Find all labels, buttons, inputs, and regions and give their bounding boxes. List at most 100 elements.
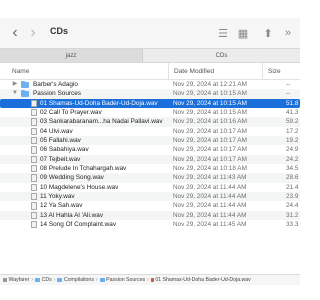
file-date: Nov 29, 2024 at 11:44 AM (173, 211, 247, 219)
column-size-header[interactable]: Size (262, 63, 281, 79)
file-size: 41.3 (286, 108, 299, 116)
table-row[interactable]: 14 Song Of Complaint.wav Nov 29, 2024 at… (0, 220, 300, 229)
file-name: 06 Sabahiya.wav (40, 146, 89, 154)
finder-window: ‹ › CDs ☰ ▦ ⬆ » jazz CDs Name Date Modif… (0, 18, 300, 278)
audio-file-icon (31, 220, 37, 229)
path-item-passion-sources[interactable]: Passion Sources (99, 277, 146, 283)
table-row[interactable]: 07 Tejbeit.wav Nov 29, 2024 at 10:17 AM … (0, 154, 300, 164)
table-row[interactable]: 09 Wedding Song.wav Nov 29, 2024 at 11:4… (0, 173, 300, 183)
audio-file-icon (31, 146, 37, 154)
table-row[interactable]: 12 Ya Sah.wav Nov 29, 2024 at 11:44 AM 2… (0, 201, 300, 210)
table-row[interactable]: 11 Yoky.wav Nov 29, 2024 at 11:44 AM 23.… (0, 191, 300, 202)
table-row[interactable]: 02 Call To Prayer.wav Nov 29, 2024 at 10… (0, 108, 300, 117)
file-date: Nov 29, 2024 at 10:17 AM (173, 127, 247, 135)
file-name: 09 Wedding Song.wav (40, 174, 104, 182)
audio-file-icon (31, 164, 37, 173)
audio-file-icon (31, 99, 37, 108)
file-date: Nov 29, 2024 at 12:21 AM (173, 81, 247, 88)
folder-icon (99, 278, 105, 282)
file-name: 02 Call To Prayer.wav (40, 108, 102, 116)
file-name: 01 Shamas-Ud-Doha Bader-Ud-Doja.wav (40, 99, 158, 107)
back-button[interactable]: ‹ (10, 24, 20, 41)
share-button[interactable]: ⬆ (262, 27, 274, 40)
file-size: 19.2 (286, 136, 299, 144)
file-date: Nov 29, 2024 at 11:44 AM (173, 183, 247, 191)
audio-file-icon (31, 202, 37, 210)
column-size-label: Size (268, 67, 281, 75)
tab-label: CDs (215, 52, 228, 59)
audio-file-icon (150, 278, 154, 282)
path-label: Passion Sources (106, 277, 146, 283)
folder-icon (21, 89, 29, 98)
view-list-button[interactable]: ☰ (217, 27, 229, 40)
path-separator: › (53, 277, 56, 283)
file-name: 03 Sankarabaranam...ha Nadai Pallavi.wav (40, 118, 163, 126)
tab-label: jazz (65, 52, 77, 59)
table-row[interactable]: 10 Magdelene's House.wav Nov 29, 2024 at… (0, 183, 300, 192)
view-options-button[interactable]: ▦ (236, 27, 250, 40)
table-row[interactable]: 04 Ulvi.wav Nov 29, 2024 at 10:17 AM 17.… (0, 127, 300, 136)
path-bar: Wayfarer › CDs › Compilations › Passion … (0, 274, 300, 285)
file-size: 24.9 (286, 146, 299, 154)
chevron-left-icon: ‹ (12, 24, 18, 41)
table-row[interactable]: 13 Al Hahla Al 'Ali.wav Nov 29, 2024 at … (0, 210, 300, 220)
column-date-header[interactable]: Date Modified (168, 63, 214, 79)
disk-icon (3, 278, 7, 282)
file-name: 08 Prelude In Tchahargah.wav (40, 164, 127, 172)
table-row[interactable]: ▶ Barber's Adagio Nov 29, 2024 at 12:21 … (0, 80, 300, 89)
audio-file-icon (31, 192, 37, 201)
file-date: Nov 29, 2024 at 10:17 AM (173, 136, 247, 144)
list-view-icon: ☰ (218, 27, 228, 40)
column-name-header[interactable]: Name (12, 63, 29, 79)
path-item-current-file[interactable]: 01 Shamas-Ud-Doha Bader-Ud-Doja.wav (150, 277, 251, 283)
table-row-selected[interactable]: 01 Shamas-Ud-Doha Bader-Ud-Doja.wav Nov … (0, 98, 300, 108)
file-name: 07 Tejbeit.wav (40, 155, 81, 163)
path-separator: › (95, 277, 98, 283)
file-date: Nov 29, 2024 at 11:44 AM (173, 192, 247, 200)
column-date-label: Date Modified (174, 67, 215, 75)
file-name: 12 Ya Sah.wav (40, 202, 83, 210)
file-size: 24.4 (286, 202, 299, 210)
forward-button[interactable]: › (28, 24, 38, 41)
disclosure-chevron-icon[interactable]: ▶ (12, 80, 18, 89)
file-size: 31.2 (286, 211, 299, 219)
table-row[interactable]: 06 Sabahiya.wav Nov 29, 2024 at 10:17 AM… (0, 145, 300, 154)
chevron-right-icon: › (30, 24, 36, 41)
file-name: 11 Yoky.wav (40, 192, 75, 200)
table-row[interactable]: 08 Prelude In Tchahargah.wav Nov 29, 202… (0, 164, 300, 173)
disclosure-chevron-icon[interactable]: ▼ (12, 89, 18, 98)
audio-file-icon (31, 127, 37, 136)
path-item-cds[interactable]: CDs (35, 277, 52, 283)
column-name-label: Name (12, 67, 30, 75)
tab-jazz[interactable]: jazz (0, 49, 142, 62)
table-row[interactable]: 03 Sankarabaranam...ha Nadai Pallavi.wav… (0, 117, 300, 127)
file-date: Nov 29, 2024 at 10:17 AM (173, 155, 247, 163)
audio-file-icon (31, 118, 37, 126)
file-size: 59.2 (286, 118, 299, 126)
audio-file-icon (31, 211, 37, 220)
table-row[interactable]: ▼ Passion Sources Nov 29, 2024 at 10:15 … (0, 89, 300, 99)
file-size: 28.6 (286, 174, 299, 182)
folder-icon (35, 278, 41, 282)
audio-file-icon (31, 183, 37, 192)
tab-cds[interactable]: CDs (142, 49, 300, 62)
file-name: 04 Ulvi.wav (40, 127, 73, 135)
file-date: Nov 29, 2024 at 10:18 AM (173, 164, 247, 172)
table-row[interactable]: 05 Fallahi.wav Nov 29, 2024 at 10:17 AM … (0, 135, 300, 146)
file-name: 10 Magdelene's House.wav (40, 183, 119, 191)
path-separator: › (31, 277, 34, 283)
path-label: Compilations (63, 277, 94, 283)
file-name: 13 Al Hahla Al 'Ali.wav (40, 211, 104, 219)
file-size: 51.8 (286, 99, 299, 107)
column-header: Name Date Modified Size (0, 63, 300, 80)
file-date: Nov 29, 2024 at 10:17 AM (173, 146, 247, 154)
path-item-compilations[interactable]: Compilations (57, 277, 94, 283)
file-list: ▶ Barber's Adagio Nov 29, 2024 at 12:21 … (0, 80, 300, 229)
toolbar: ‹ › CDs ☰ ▦ ⬆ » (0, 18, 300, 48)
more-button[interactable]: » (282, 27, 294, 39)
path-label: CDs (41, 277, 52, 283)
path-item-wayfarer[interactable]: Wayfarer (3, 277, 29, 283)
file-size: -- (286, 90, 291, 98)
path-label: 01 Shamas-Ud-Doha Bader-Ud-Doja.wav (155, 277, 251, 283)
file-date: Nov 29, 2024 at 10:15 AM (173, 108, 247, 116)
